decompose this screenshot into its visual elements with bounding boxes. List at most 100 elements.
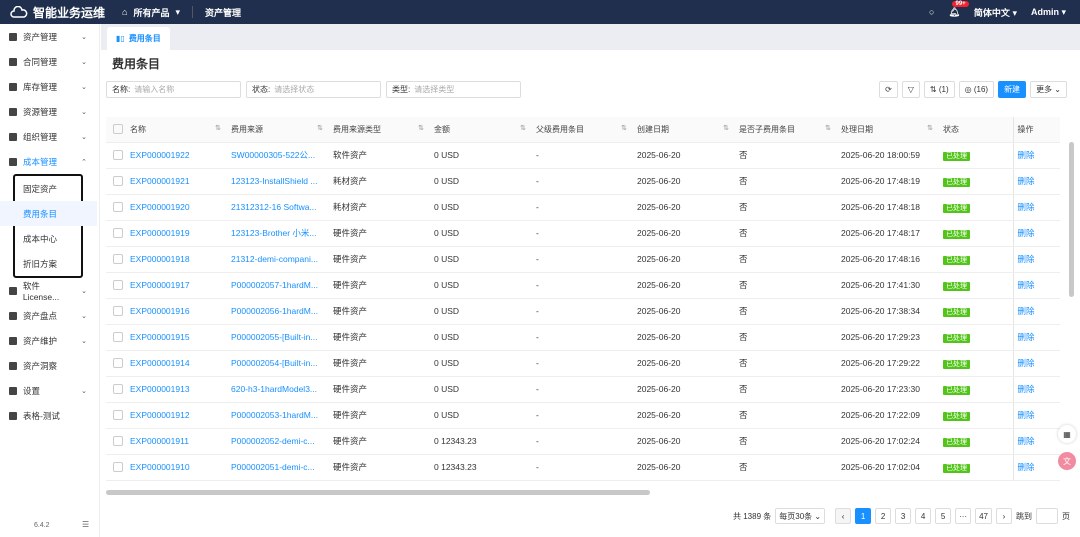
cell-value[interactable]: EXP000001917 <box>130 280 190 290</box>
column-header[interactable]: 操作 <box>1012 117 1060 143</box>
cell-value[interactable]: EXP000001914 <box>130 358 190 368</box>
cell-value[interactable]: EXP000001920 <box>130 202 190 212</box>
sidebar-item[interactable]: 资产管理 ⌄ <box>0 24 99 49</box>
row-select[interactable] <box>106 376 126 403</box>
cell-value[interactable]: P000002051-demi-c... <box>231 462 315 472</box>
submenu-item[interactable]: 成本中心 <box>15 226 81 251</box>
checkbox[interactable] <box>113 332 123 343</box>
sort-icon[interactable]: ⇅ <box>621 124 627 132</box>
checkbox[interactable] <box>113 280 123 291</box>
row-select[interactable] <box>106 350 126 377</box>
filter-field[interactable]: 类型: 请选择类型 <box>386 81 521 98</box>
vertical-scrollbar[interactable] <box>1069 142 1074 297</box>
cell-value[interactable]: 21312-demi-compani... <box>231 254 318 264</box>
user-dropdown[interactable]: Admin ▾ <box>1031 7 1066 18</box>
page-button[interactable]: 47 <box>975 508 992 524</box>
cell-value[interactable]: 620-h3-1hardModel3... <box>231 384 317 394</box>
page-size-select[interactable]: 每页30条 ⌄ <box>775 508 826 524</box>
cell-value[interactable]: P000002054-[Built-in... <box>231 358 317 368</box>
checkbox[interactable] <box>113 410 123 421</box>
translate-icon[interactable]: 文 <box>1058 452 1076 470</box>
row-select[interactable] <box>106 428 126 455</box>
checkbox[interactable] <box>113 150 123 161</box>
sidebar-item[interactable]: 资产维护 ⌄ <box>0 328 99 353</box>
cell-value[interactable]: EXP000001913 <box>130 384 190 394</box>
checkbox[interactable] <box>113 176 123 187</box>
bell-icon[interactable]: 🔔︎ 99+ <box>948 0 969 18</box>
cell-value[interactable]: EXP000001910 <box>130 462 190 472</box>
checkbox[interactable] <box>113 228 123 239</box>
sidebar-item[interactable]: 资源管理 ⌄ <box>0 99 99 124</box>
cell-value[interactable]: EXP000001915 <box>130 332 190 342</box>
cell-value[interactable]: SW00000305-522公... <box>231 150 315 160</box>
column-header[interactable]: 费用来源 ⇅ <box>227 117 329 143</box>
delete-link[interactable]: 删除 <box>1018 150 1035 160</box>
sort-icon[interactable]: ⇅ <box>520 124 526 132</box>
language-dropdown[interactable]: 简体中文 ▾ <box>974 6 1017 19</box>
column-header[interactable]: 金额 ⇅ <box>430 117 532 143</box>
cell-value[interactable]: EXP000001921 <box>130 176 190 186</box>
cell-value[interactable]: P000002055-[Built-in... <box>231 332 317 342</box>
cell-value[interactable]: EXP000001912 <box>130 410 190 420</box>
sidebar-item[interactable]: 软件License... ⌄ <box>0 278 99 303</box>
delete-link[interactable]: 删除 <box>1018 176 1035 186</box>
column-header[interactable]: 是否子费用条目 ⇅ <box>735 117 837 143</box>
row-select[interactable] <box>106 272 126 299</box>
home-icon[interactable]: ⌂ <box>122 7 127 17</box>
row-select[interactable] <box>106 168 126 195</box>
sort-icon[interactable]: ⇅ <box>418 124 424 132</box>
submenu-item[interactable]: 固定资产 <box>15 176 81 201</box>
delete-link[interactable]: 删除 <box>1018 384 1035 394</box>
column-header[interactable]: 费用来源类型 ⇅ <box>329 117 430 143</box>
row-select[interactable] <box>106 402 126 429</box>
cell-value[interactable]: EXP000001918 <box>130 254 190 264</box>
sidebar-item[interactable]: 合同管理 ⌄ <box>0 49 99 74</box>
cell-value[interactable]: 21312312-16 Softwa... <box>231 202 317 212</box>
checkbox[interactable] <box>113 254 123 265</box>
select-all[interactable] <box>106 117 126 143</box>
delete-link[interactable]: 删除 <box>1018 228 1035 238</box>
sidebar-item[interactable]: 表格-测试 <box>0 403 99 428</box>
row-select[interactable] <box>106 142 126 169</box>
cell-value[interactable]: P000002056-1hardM... <box>231 306 318 316</box>
sort-icon[interactable]: ⇅ <box>927 124 933 132</box>
new-button[interactable]: 新建 <box>998 81 1027 98</box>
checkbox[interactable] <box>113 436 123 447</box>
row-select[interactable] <box>106 220 126 247</box>
prev-page-button[interactable]: ‹ <box>835 508 852 524</box>
delete-link[interactable]: 删除 <box>1018 462 1035 472</box>
jump-input[interactable] <box>1036 508 1058 524</box>
sort-icon[interactable]: ⇅ <box>215 124 221 132</box>
refresh-button[interactable]: ⟳ <box>879 81 898 98</box>
sort-icon[interactable]: ⇅ <box>723 124 729 132</box>
sidebar-item[interactable]: 资产盘点 ⌄ <box>0 303 99 328</box>
sort-button[interactable]: ⇅ (1) <box>923 81 955 98</box>
delete-link[interactable]: 删除 <box>1018 358 1035 368</box>
delete-link[interactable]: 删除 <box>1018 436 1035 446</box>
products-dropdown[interactable]: 所有产品 <box>133 6 169 19</box>
cell-value[interactable]: P000002052-demi-c... <box>231 436 315 446</box>
cell-value[interactable]: 123123-Brother 小米... <box>231 228 317 238</box>
row-select[interactable] <box>106 454 126 481</box>
cell-value[interactable]: P000002057-1hardM... <box>231 280 318 290</box>
delete-link[interactable]: 删除 <box>1018 202 1035 212</box>
sidebar-item[interactable]: 成本管理 ⌃ <box>0 149 99 174</box>
row-select[interactable] <box>106 194 126 221</box>
page-button[interactable]: 5 <box>935 508 952 524</box>
page-button[interactable]: 1 <box>855 508 872 524</box>
checkbox[interactable] <box>113 358 123 369</box>
column-header[interactable]: 状态 <box>939 117 1013 143</box>
page-button[interactable]: 4 <box>915 508 932 524</box>
horizontal-scrollbar[interactable] <box>106 490 650 495</box>
delete-link[interactable]: 删除 <box>1018 254 1035 264</box>
checkbox[interactable] <box>113 306 123 317</box>
cell-value[interactable]: EXP000001922 <box>130 150 190 160</box>
more-button[interactable]: 更多 ⌄ <box>1030 81 1067 98</box>
delete-link[interactable]: 删除 <box>1018 410 1035 420</box>
column-header[interactable]: 父级费用条目 ⇅ <box>532 117 633 143</box>
row-select[interactable] <box>106 246 126 273</box>
tab-expense-items[interactable]: ▮▯ 费用条目 <box>107 27 170 50</box>
sort-icon[interactable]: ⇅ <box>317 124 323 132</box>
apps-icon[interactable]: ▦ <box>1058 425 1076 443</box>
checkbox[interactable] <box>113 124 123 135</box>
